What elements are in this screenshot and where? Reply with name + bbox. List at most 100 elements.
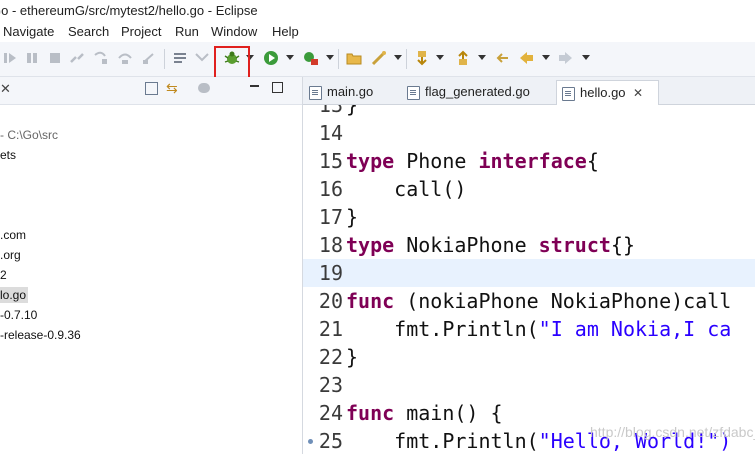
menu-window[interactable]: Window — [211, 22, 257, 42]
link-with-editor-icon[interactable]: ⇆ — [166, 80, 178, 97]
tab-main-go[interactable]: main.go — [309, 80, 373, 104]
code-line[interactable]: 18 type NokiaPhone struct{} — [303, 231, 755, 259]
window-title: Go - ethereumG/src/mytest2/hello.go - Ec… — [0, 0, 755, 22]
file-icon — [309, 85, 322, 100]
line-number: 18 — [318, 233, 343, 257]
forward-icon[interactable] — [558, 50, 574, 66]
menu-run[interactable]: Run — [175, 22, 199, 42]
occurrence-marker-icon — [308, 439, 313, 444]
line-number: 21 — [318, 317, 343, 341]
line-number: 14 — [318, 121, 343, 145]
external-tools-icon[interactable] — [303, 50, 319, 66]
code-text: } — [346, 105, 359, 117]
line-number: 17 — [318, 205, 343, 229]
forward-dropdown-icon[interactable] — [582, 55, 590, 60]
suspend-icon[interactable] — [24, 50, 40, 66]
line-number: 24 — [318, 401, 343, 425]
toolbar-separator — [164, 49, 165, 69]
menu-project[interactable]: Project — [121, 22, 161, 42]
line-number: 16 — [318, 177, 343, 201]
prev-annotation-dropdown-icon[interactable] — [478, 55, 486, 60]
code-text: type Phone interface{ — [346, 149, 599, 173]
next-annotation-icon[interactable] — [414, 50, 430, 66]
code-text: fmt.Println("I am Nokia,I ca — [346, 317, 732, 341]
code-line[interactable]: 19 — [303, 259, 755, 287]
menu-navigate[interactable]: Navigate — [3, 22, 54, 42]
window-title-text: Go - ethereumG/src/mytest2/hello.go - Ec… — [0, 3, 258, 18]
code-line[interactable]: 21 fmt.Println("I am Nokia,I ca — [303, 315, 755, 343]
new-icon[interactable] — [371, 50, 387, 66]
new-dropdown-icon[interactable] — [394, 55, 402, 60]
disconnect-icon[interactable] — [69, 50, 85, 66]
line-number: 15 — [318, 149, 343, 173]
code-line[interactable]: 24 func main() { — [303, 399, 755, 427]
minimize-icon[interactable] — [250, 85, 259, 87]
resume-icon[interactable] — [2, 50, 18, 66]
line-number: 20 — [318, 289, 343, 313]
tab-label: hello.go — [580, 85, 626, 100]
menu-help[interactable]: Help — [272, 22, 299, 42]
prev-annotation-icon[interactable] — [455, 50, 471, 66]
step-return-icon[interactable] — [141, 50, 157, 66]
code-line[interactable]: 16 call() — [303, 175, 755, 203]
project-explorer: ✕ ⇆ - C:\Go\src ets .com .org 2 lo.go -0… — [0, 77, 303, 454]
code-line[interactable]: 22} — [303, 343, 755, 371]
line-number: 22 — [318, 345, 343, 369]
open-folder-icon[interactable] — [346, 50, 362, 66]
tree-item[interactable]: ets — [0, 148, 16, 162]
line-number: 23 — [318, 373, 343, 397]
tree-item[interactable]: -0.7.10 — [0, 308, 37, 322]
tree-item[interactable]: .org — [0, 248, 21, 262]
code-text: } — [346, 345, 359, 369]
tab-hello-go[interactable]: hello.go ✕ — [556, 80, 659, 105]
file-icon — [407, 85, 420, 100]
code-line[interactable]: 13} — [303, 105, 755, 119]
tree-item[interactable]: 2 — [0, 268, 7, 282]
tab-label: flag_generated.go — [425, 84, 530, 99]
file-icon — [562, 86, 575, 101]
line-number: 19 — [318, 261, 343, 285]
toolbar-separator — [338, 49, 339, 69]
use-step-filters-icon[interactable] — [194, 50, 210, 66]
line-number: 25 — [318, 429, 343, 453]
step-into-icon[interactable] — [93, 50, 109, 66]
menu-bar: Navigate Search Project Run Window Help — [0, 22, 755, 42]
code-text: } — [346, 205, 359, 229]
code-line[interactable]: 23 — [303, 371, 755, 399]
drop-to-frame-icon[interactable] — [172, 50, 188, 66]
tab-label: main.go — [327, 84, 374, 99]
project-explorer-header: ✕ ⇆ — [0, 77, 302, 105]
menu-search[interactable]: Search — [68, 22, 109, 42]
main-toolbar — [0, 42, 755, 77]
maximize-icon[interactable] — [272, 82, 283, 93]
code-line[interactable]: 17} — [303, 203, 755, 231]
close-tab-icon[interactable]: ✕ — [633, 81, 643, 105]
code-line[interactable]: 20 func (nokiaPhone NokiaPhone)call — [303, 287, 755, 315]
code-editor[interactable]: 13} 14 15 type Phone interface{16 call() 17}… — [303, 105, 755, 454]
step-over-icon[interactable] — [117, 50, 133, 66]
code-text: func (nokiaPhone NokiaPhone)call — [346, 289, 732, 313]
focus-icon[interactable] — [198, 83, 210, 93]
line-number: 13 — [318, 105, 343, 117]
last-edit-location-icon[interactable] — [494, 50, 510, 66]
run-dropdown-icon[interactable] — [286, 55, 294, 60]
code-line[interactable]: 15 type Phone interface{ — [303, 147, 755, 175]
toolbar-separator — [406, 49, 407, 69]
tree-item[interactable]: -release-0.9.36 — [0, 328, 81, 342]
tree-item-selected[interactable]: lo.go — [0, 287, 29, 303]
collapse-all-icon[interactable] — [145, 82, 158, 95]
editor-tab-bar: main.go flag_generated.go hello.go ✕ — [303, 77, 755, 105]
tree-item-gopath[interactable]: - C:\Go\src — [0, 128, 58, 142]
external-tools-dropdown-icon[interactable] — [326, 55, 334, 60]
back-icon[interactable] — [518, 50, 534, 66]
tree-item[interactable]: .com — [0, 228, 26, 242]
run-icon[interactable] — [263, 50, 279, 66]
terminate-icon[interactable] — [47, 50, 63, 66]
code-text: func main() { — [346, 401, 503, 425]
close-icon[interactable]: ✕ — [0, 81, 11, 97]
back-dropdown-icon[interactable] — [542, 55, 550, 60]
next-annotation-dropdown-icon[interactable] — [436, 55, 444, 60]
code-text: type NokiaPhone struct{} — [346, 233, 636, 257]
code-line[interactable]: 14 — [303, 119, 755, 147]
tab-flag-generated-go[interactable]: flag_generated.go — [407, 80, 530, 104]
